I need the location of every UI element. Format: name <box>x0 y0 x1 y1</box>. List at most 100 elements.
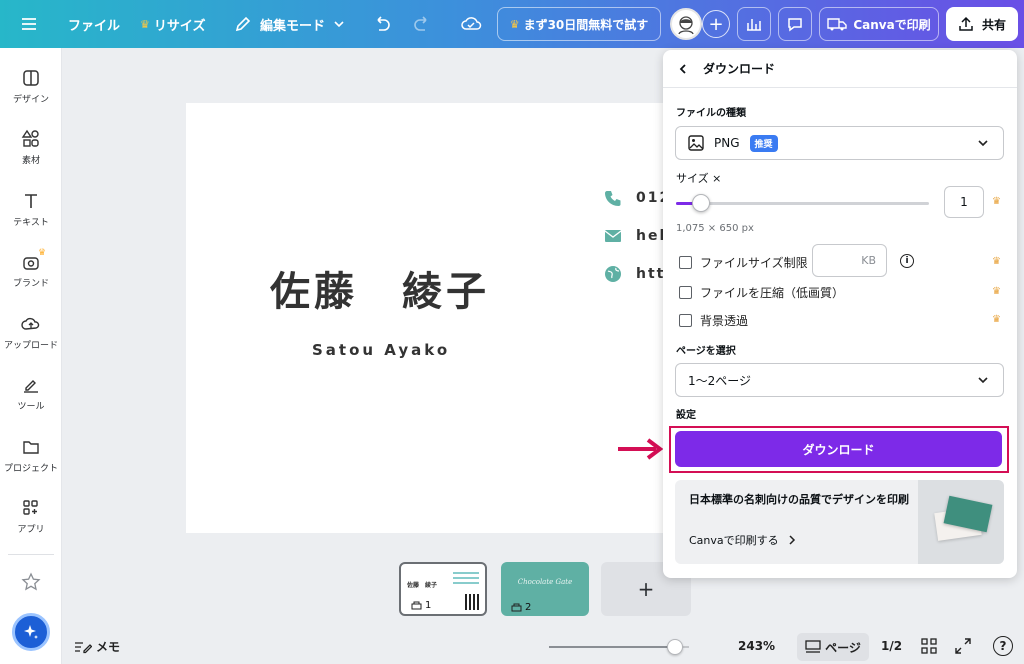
crown-icon: ♛ <box>992 314 1001 325</box>
card-roman-name[interactable]: Satou Ayako <box>312 341 450 359</box>
crown-icon: ♛ <box>38 248 47 258</box>
bottom-bar: メモ 243% ページ 1/2 ? <box>62 630 1024 664</box>
card-name[interactable]: 佐藤 綾子 <box>270 259 490 317</box>
mail-icon <box>604 230 622 242</box>
sidebar-item-tools[interactable]: ツール <box>0 375 62 412</box>
comment-icon[interactable] <box>778 7 812 41</box>
page-thumbnail-1[interactable]: 佐藤 綾子 1 <box>399 562 487 616</box>
size-input[interactable]: 1 <box>944 186 984 218</box>
print-promo[interactable]: 日本標準の名刺向けの品質でデザインを印刷 Canvaで印刷する <box>675 480 1004 564</box>
download-button[interactable]: ダウンロード <box>675 431 1002 467</box>
option-size-limit[interactable]: ファイルサイズ制限 <box>679 254 808 271</box>
notes-button[interactable]: メモ <box>74 638 120 655</box>
zoom-level[interactable]: 243% <box>738 639 775 653</box>
sidebar-item-design[interactable]: デザイン <box>0 68 62 105</box>
phone-icon <box>605 191 621 206</box>
business-card-image <box>918 480 1004 564</box>
thumb-line <box>453 577 479 579</box>
sidebar-item-label: テキスト <box>13 218 49 228</box>
star-icon[interactable] <box>21 572 41 596</box>
panel-title: ダウンロード <box>703 62 776 76</box>
help-icon[interactable]: ? <box>993 636 1013 656</box>
option-compress[interactable]: ファイルを圧縮（低画質） <box>679 284 844 301</box>
notes-icon <box>75 641 92 653</box>
email-text: hel <box>636 228 667 244</box>
pages-icon <box>805 640 821 653</box>
cloud-sync-icon[interactable] <box>460 0 482 48</box>
arrow-right-icon <box>618 438 664 460</box>
sidebar-item-brand[interactable]: ♛ ブランド <box>0 248 62 289</box>
chevron-right-icon <box>789 535 795 545</box>
page-select-label: ページを選択 <box>676 346 736 357</box>
sidebar-item-apps[interactable]: アプリ <box>0 498 62 535</box>
sidebar-item-label: 素材 <box>21 156 40 166</box>
file-type-value: PNG <box>714 136 740 150</box>
redo-icon[interactable] <box>412 0 432 48</box>
thumb-line <box>453 572 479 574</box>
trial-button[interactable]: ♛ まず30日間無料で試す <box>497 7 661 41</box>
page-counter: 1/2 <box>881 639 903 653</box>
dimensions-text: 1,075 × 650 px <box>676 223 754 234</box>
fullscreen-icon[interactable] <box>955 638 971 657</box>
zoom-slider-handle[interactable] <box>667 639 683 655</box>
top-bar: ファイル ♛ リサイズ 編集モード ♛ まず30日間無料で試す + Canvaで… <box>0 0 1024 48</box>
crown-icon: ♛ <box>992 196 1001 207</box>
size-slider-handle[interactable] <box>692 194 711 212</box>
apps-icon <box>23 500 38 515</box>
hamburger-icon[interactable] <box>20 0 38 48</box>
file-type-select[interactable]: PNG 推奨 <box>675 126 1004 160</box>
sparkle-icon <box>24 625 38 639</box>
page-select[interactable]: 1〜2ページ <box>675 363 1004 397</box>
sidebar-item-label: ブランド <box>12 279 49 289</box>
option-label: ファイルを圧縮（低画質） <box>700 286 845 300</box>
sidebar-item-elements[interactable]: 素材 <box>0 129 62 166</box>
size-label: サイズ × <box>676 172 722 185</box>
size-slider[interactable] <box>676 194 929 212</box>
checkbox[interactable] <box>679 256 692 269</box>
info-icon[interactable]: i <box>900 254 914 268</box>
design-page[interactable]: 佐藤 綾子 Satou Ayako 012 hel htt <box>186 103 746 533</box>
thumb-mini-name: 佐藤 綾子 <box>407 582 438 589</box>
zoom-slider[interactable] <box>549 639 689 655</box>
insights-icon[interactable] <box>737 7 771 41</box>
grid-view-icon[interactable] <box>921 638 937 657</box>
print-button[interactable]: Canvaで印刷 <box>819 7 939 41</box>
elements-icon <box>21 129 39 147</box>
sidebar-item-projects[interactable]: プロジェクト <box>0 437 62 474</box>
checkbox[interactable] <box>679 286 692 299</box>
page-number-label: 2 <box>525 602 532 613</box>
sidebar-item-label: デザイン <box>12 95 49 105</box>
printer-icon <box>411 601 422 609</box>
crown-icon: ♛ <box>992 256 1001 267</box>
card-phone[interactable]: 012 <box>604 189 671 207</box>
file-menu[interactable]: ファイル <box>68 0 120 48</box>
option-transparent-bg[interactable]: 背景透過 <box>679 312 748 329</box>
checkbox[interactable] <box>679 314 692 327</box>
back-arrow-icon[interactable] <box>677 63 689 75</box>
undo-icon[interactable] <box>372 0 392 48</box>
option-label: ファイルサイズ制限 <box>700 256 808 270</box>
sidebar-item-upload[interactable]: アップロード <box>0 314 62 351</box>
card-website[interactable]: htt <box>604 265 665 283</box>
page-thumbnail-2[interactable]: Chocolate Gate 2 <box>501 562 589 616</box>
pages-view-button[interactable]: ページ <box>797 633 869 661</box>
sidebar-item-text[interactable]: テキスト <box>0 191 62 228</box>
design-icon <box>23 70 39 86</box>
pages-label: ページ <box>825 640 861 655</box>
share-icon <box>959 16 973 31</box>
qr-code-icon <box>465 594 481 610</box>
promo-link[interactable]: Canvaで印刷する <box>689 532 797 548</box>
crown-icon: ♛ <box>509 17 520 31</box>
tools-icon <box>24 380 38 393</box>
add-member-button[interactable]: + <box>702 0 730 48</box>
card-email[interactable]: hel <box>604 227 666 245</box>
globe-icon <box>605 266 621 282</box>
avatar[interactable] <box>670 0 702 48</box>
printer-icon <box>511 603 522 611</box>
share-button[interactable]: 共有 <box>946 7 1018 41</box>
magic-assistant-button[interactable] <box>12 613 50 651</box>
resize-button[interactable]: ♛ リサイズ <box>140 0 206 48</box>
edit-mode-button[interactable]: 編集モード <box>234 0 345 48</box>
kb-input[interactable]: KB <box>812 244 887 277</box>
share-label: 共有 <box>981 17 1006 32</box>
